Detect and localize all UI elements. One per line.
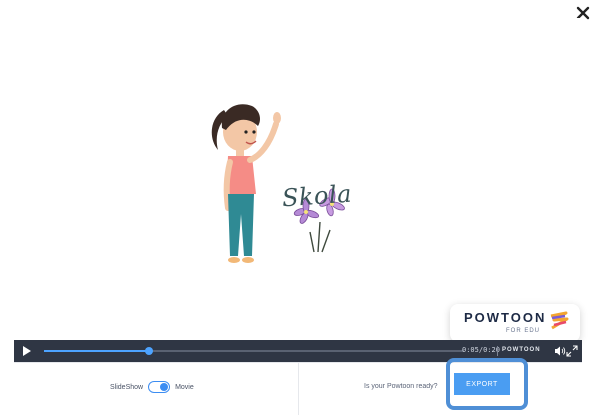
slideshow-label: SlideShow <box>110 383 144 391</box>
powtoon-logo-badge: POWTOON FOR EDU <box>450 304 580 342</box>
logo-wordmark: POWTOON <box>464 310 547 325</box>
toggle-knob <box>160 383 169 391</box>
export-button[interactable]: EXPORT <box>454 373 510 395</box>
slide-title: Skola <box>281 179 353 213</box>
character-illustration <box>211 104 345 263</box>
footer-divider <box>298 363 299 415</box>
progress-track[interactable] <box>44 347 464 355</box>
ready-prompt: Is your Powtoon ready? <box>364 383 438 390</box>
controls-divider <box>497 346 498 356</box>
volume-icon[interactable] <box>554 345 566 357</box>
movie-label: Movie <box>175 383 194 391</box>
progress-handle[interactable] <box>145 347 153 355</box>
fullscreen-icon[interactable] <box>566 345 578 357</box>
video-stage[interactable]: Skola POWTOON FOR EDU <box>14 18 582 342</box>
mode-switch: SlideShow Movie <box>110 379 194 395</box>
progress-fill <box>44 350 149 352</box>
powtoon-logo-mark <box>550 311 569 330</box>
play-icon[interactable] <box>22 345 32 357</box>
mode-toggle[interactable] <box>148 381 171 393</box>
logo-subtitle: FOR EDU <box>506 328 540 334</box>
time-readout: 0:05/0:20 <box>462 346 500 354</box>
mini-logo: POWTOON <box>502 347 541 353</box>
